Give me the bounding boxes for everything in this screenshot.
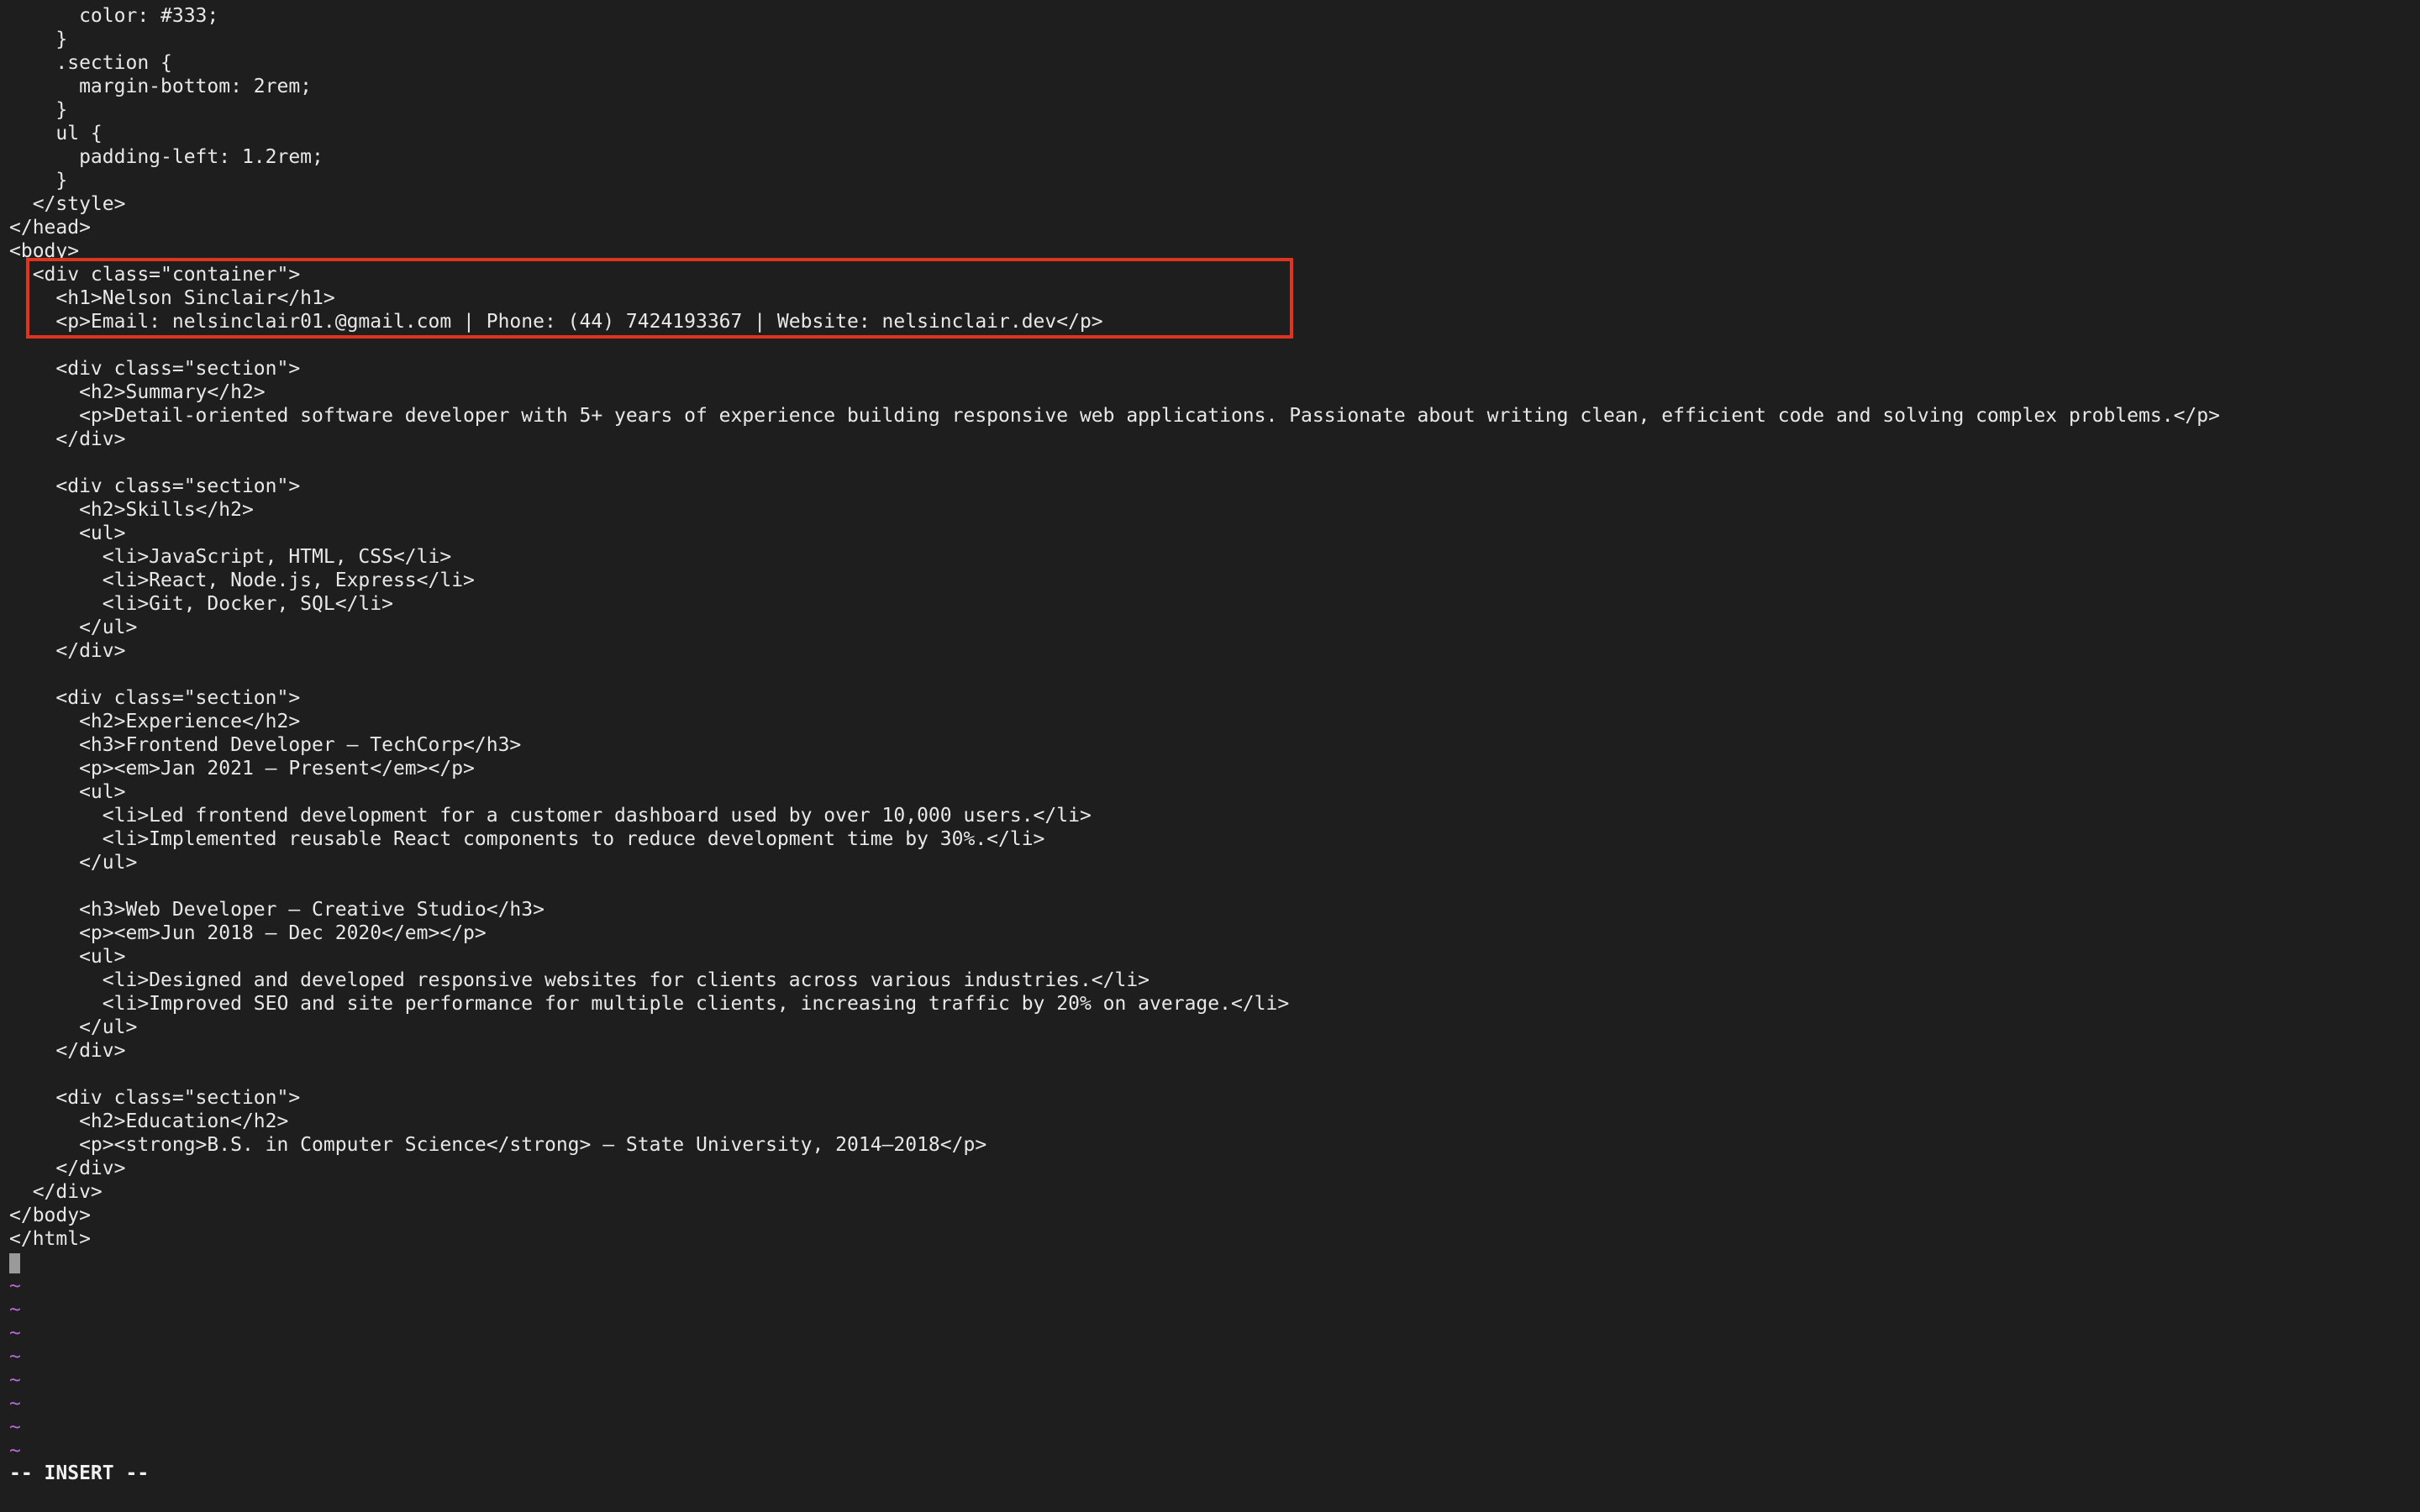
- code-line[interactable]: </div>: [9, 1039, 2220, 1063]
- code-line[interactable]: </head>: [9, 216, 2220, 239]
- code-line[interactable]: <ul>: [9, 945, 2220, 969]
- code-line[interactable]: <ul>: [9, 522, 2220, 545]
- code-line[interactable]: color: #333;: [9, 4, 2220, 28]
- code-line[interactable]: <h1>Nelson Sinclair</h1>: [9, 286, 2220, 310]
- code-line[interactable]: </style>: [9, 192, 2220, 216]
- mode-indicator: -- INSERT --: [9, 1462, 150, 1484]
- code-line[interactable]: <div class="container">: [9, 263, 2220, 286]
- code-line[interactable]: <p>Detail-oriented software developer wi…: [9, 404, 2220, 428]
- empty-line-marker: ~: [9, 1322, 21, 1344]
- code-line[interactable]: <h2>Summary</h2>: [9, 381, 2220, 404]
- code-line[interactable]: <p>Email: nelsinclair01.@gmail.com | Pho…: [9, 310, 2220, 333]
- code-line[interactable]: ul {: [9, 122, 2220, 145]
- code-line[interactable]: <li>Git, Docker, SQL</li>: [9, 592, 2220, 616]
- code-line[interactable]: <h2>Education</h2>: [9, 1110, 2220, 1133]
- code-line[interactable]: </div>: [9, 428, 2220, 451]
- code-line[interactable]: <div class="section">: [9, 1086, 2220, 1110]
- code-line[interactable]: <h2>Experience</h2>: [9, 710, 2220, 733]
- code-line[interactable]: <div class="section">: [9, 686, 2220, 710]
- code-lines[interactable]: color: #333; } .section { margin-bottom:…: [9, 4, 2220, 1462]
- code-line[interactable]: </div>: [9, 1180, 2220, 1204]
- empty-line-marker: ~: [9, 1393, 21, 1415]
- code-line[interactable]: </ul>: [9, 616, 2220, 639]
- code-line[interactable]: }: [9, 169, 2220, 192]
- code-line[interactable]: <p><em>Jan 2021 — Present</em></p>: [9, 757, 2220, 780]
- code-line[interactable]: <li>Improved SEO and site performance fo…: [9, 992, 2220, 1016]
- code-line[interactable]: <h3>Frontend Developer — TechCorp</h3>: [9, 733, 2220, 757]
- cursor-line[interactable]: [9, 1251, 2220, 1274]
- code-line[interactable]: [9, 663, 2220, 686]
- code-line[interactable]: </div>: [9, 1157, 2220, 1180]
- code-line[interactable]: margin-bottom: 2rem;: [9, 75, 2220, 98]
- code-line[interactable]: [9, 874, 2220, 898]
- empty-line-marker: ~: [9, 1275, 21, 1297]
- empty-line-marker: ~: [9, 1346, 21, 1368]
- code-line[interactable]: <li>Designed and developed responsive we…: [9, 969, 2220, 992]
- code-line[interactable]: <li>Implemented reusable React component…: [9, 827, 2220, 851]
- code-line[interactable]: [9, 451, 2220, 475]
- code-line[interactable]: </ul>: [9, 851, 2220, 874]
- code-line[interactable]: </div>: [9, 639, 2220, 663]
- code-line[interactable]: .section {: [9, 51, 2220, 75]
- code-line[interactable]: [9, 333, 2220, 357]
- vim-editor[interactable]: color: #333; } .section { margin-bottom:…: [0, 0, 2420, 1512]
- code-line[interactable]: <h3>Web Developer — Creative Studio</h3>: [9, 898, 2220, 921]
- code-line[interactable]: padding-left: 1.2rem;: [9, 145, 2220, 169]
- code-line[interactable]: [9, 1063, 2220, 1086]
- empty-line-marker: ~: [9, 1369, 21, 1391]
- code-line[interactable]: <p><strong>B.S. in Computer Science</str…: [9, 1133, 2220, 1157]
- code-line[interactable]: <li>React, Node.js, Express</li>: [9, 569, 2220, 592]
- empty-line-marker: ~: [9, 1440, 21, 1462]
- code-line[interactable]: <li>Led frontend development for a custo…: [9, 804, 2220, 827]
- code-line[interactable]: </html>: [9, 1227, 2220, 1251]
- code-line[interactable]: </body>: [9, 1204, 2220, 1227]
- code-line[interactable]: <li>JavaScript, HTML, CSS</li>: [9, 545, 2220, 569]
- empty-line-marker: ~: [9, 1416, 21, 1438]
- code-line[interactable]: <ul>: [9, 780, 2220, 804]
- text-cursor: [9, 1252, 20, 1273]
- code-line[interactable]: }: [9, 98, 2220, 122]
- code-line[interactable]: <body>: [9, 239, 2220, 263]
- code-line[interactable]: </ul>: [9, 1016, 2220, 1039]
- code-line[interactable]: <div class="section">: [9, 357, 2220, 381]
- code-line[interactable]: <h2>Skills</h2>: [9, 498, 2220, 522]
- code-line[interactable]: <div class="section">: [9, 475, 2220, 498]
- empty-line-marker: ~: [9, 1299, 21, 1320]
- code-line[interactable]: <p><em>Jun 2018 — Dec 2020</em></p>: [9, 921, 2220, 945]
- code-line[interactable]: }: [9, 28, 2220, 51]
